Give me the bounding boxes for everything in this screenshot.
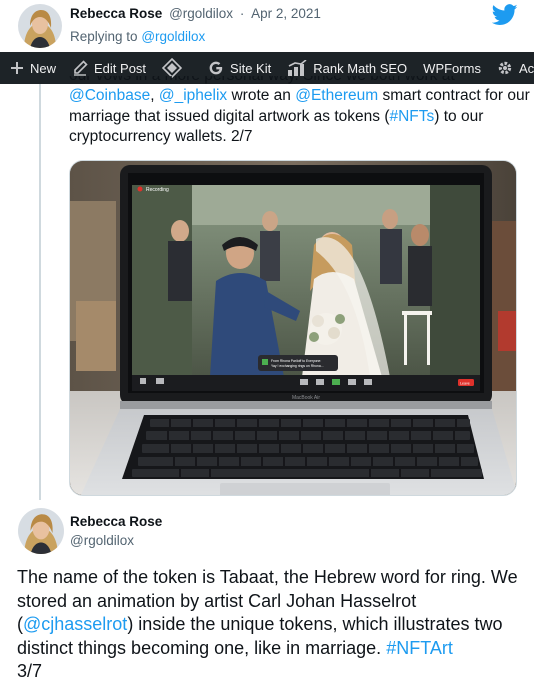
mention-coinbase-link[interactable]: @Coinbase bbox=[69, 87, 150, 104]
svg-text:Yay ! exchanging rings on Rhon: Yay ! exchanging rings on Rhona... bbox=[271, 364, 324, 368]
zoom-recording-label: Recording bbox=[146, 187, 169, 193]
hashtag-nfts-link[interactable]: #NFTs bbox=[389, 108, 434, 125]
twitter-bird-icon[interactable] bbox=[491, 4, 518, 26]
author-handle[interactable]: @rgoldilox bbox=[169, 6, 233, 21]
tweet-media-photo[interactable]: Recording From Rhona Pariloff to Everyon… bbox=[69, 160, 517, 496]
author-name[interactable]: Rebecca Rose bbox=[70, 6, 162, 21]
text-fragment-to-our: ) to our bbox=[434, 107, 484, 125]
text-fragment-wrote: wrote an bbox=[231, 87, 291, 104]
svg-text:From Rhona Pariloff to Everyon: From Rhona Pariloff to Everyone: bbox=[271, 359, 321, 363]
replying-prefix: Replying to bbox=[70, 29, 138, 44]
admin-wpforms-label: WPForms bbox=[423, 60, 481, 76]
separator-dot: · bbox=[239, 6, 245, 21]
pencil-icon bbox=[72, 60, 88, 76]
g-logo-icon bbox=[208, 60, 224, 76]
comma-text: , bbox=[150, 87, 155, 104]
zoom-leave-label: Leave bbox=[460, 382, 470, 386]
author-handle[interactable]: @rgoldilox bbox=[70, 533, 134, 548]
hashtag-nftart-link[interactable]: #NFTArt bbox=[386, 638, 453, 658]
text-fragment-marriage: marriage that issued digital artwork as … bbox=[69, 107, 390, 125]
plus-icon bbox=[10, 61, 24, 75]
admin-settings-label: Ac bbox=[518, 60, 534, 76]
rank-math-chart-icon bbox=[287, 60, 307, 76]
mention-cjhasselrot-link[interactable]: @cjhasselrot bbox=[23, 614, 127, 634]
replying-handle[interactable]: @rgoldilox bbox=[141, 29, 205, 44]
admin-new-button[interactable]: New bbox=[0, 52, 64, 84]
mention-iphelix-link[interactable]: @_iphelix bbox=[159, 87, 227, 104]
text-line-4: cryptocurrency wallets. 2/7 bbox=[69, 128, 253, 145]
text-fragment-contract: smart contract for our bbox=[382, 87, 530, 104]
text-line-2: @Coinbase, @_iphelix wrote an @Ethereum … bbox=[69, 86, 530, 107]
thread-connector-line bbox=[39, 84, 41, 500]
clipped-text-line: our vows in a more personal way. Since w… bbox=[69, 76, 519, 86]
admin-new-label: New bbox=[30, 60, 57, 76]
avatar[interactable] bbox=[18, 508, 64, 554]
thread-counter: 3/7 bbox=[17, 661, 43, 682]
laptop-model-label: MacBook Air bbox=[292, 395, 320, 401]
clipped-text: our vows in a more personal way. Since w… bbox=[69, 76, 455, 86]
tweet-date[interactable]: Apr 2, 2021 bbox=[251, 6, 321, 21]
tweet-header: Rebecca Rose @rgoldilox · Apr 2, 2021 Re… bbox=[0, 0, 534, 52]
laptop-photo-illustration: Recording From Rhona Pariloff to Everyon… bbox=[70, 161, 516, 495]
tweet-bottom-text: The name of the token is Tabaat, the Heb… bbox=[17, 566, 527, 684]
admin-site-kit-label: Site Kit bbox=[230, 60, 272, 76]
mention-ethereum-link[interactable]: @Ethereum bbox=[295, 87, 378, 104]
gear-icon bbox=[497, 60, 513, 76]
author-line: Rebecca Rose @rgoldilox · Apr 2, 2021 bbox=[70, 6, 321, 21]
text-line-3: marriage that issued digital artwork as … bbox=[69, 107, 519, 128]
thread-tweet-text: our vows in a more personal way. Since w… bbox=[69, 76, 530, 148]
admin-rank-math-label: Rank Math SEO bbox=[313, 60, 408, 76]
replying-to: Replying to @rgoldilox bbox=[70, 29, 205, 44]
diamond-icon bbox=[162, 58, 183, 78]
admin-edit-post-label: Edit Post bbox=[94, 60, 147, 76]
author-name[interactable]: Rebecca Rose bbox=[70, 514, 162, 529]
avatar[interactable] bbox=[18, 4, 62, 48]
